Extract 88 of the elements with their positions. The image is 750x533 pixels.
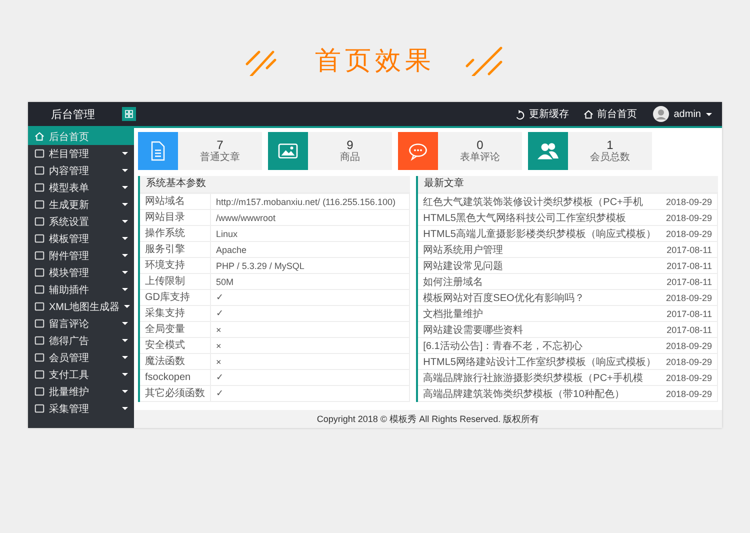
table-cell-text: × xyxy=(215,324,222,334)
table-cell: 其它必须函数 xyxy=(140,386,211,401)
article-link[interactable]: 网站建设需要哪些资料 xyxy=(418,322,662,336)
stat-label: 表单评论 xyxy=(460,152,500,164)
table-cell: 服务引擎 xyxy=(140,242,211,257)
sidebar-item[interactable]: 辅助插件 xyxy=(28,281,134,298)
stat-card[interactable]: 0 表单评论 xyxy=(398,132,522,170)
article-link[interactable]: [6.1活动公告]：青春不老，不忘初心 xyxy=(418,338,661,352)
table-cell: 网站域名 xyxy=(140,194,211,209)
article-link[interactable]: 红色大气建筑装饰装修设计类织梦模板（PC+手机 xyxy=(418,194,661,208)
sidebar-item[interactable]: 留言评论 xyxy=(28,315,134,332)
logo-text: 后台管理 xyxy=(50,108,96,122)
table-cell: 上传限制 xyxy=(140,274,211,289)
sidebar-item[interactable]: 模型表单 xyxy=(28,179,134,196)
article-link[interactable]: 如何注册域名 xyxy=(418,274,662,288)
stat-value: 0 xyxy=(476,138,484,152)
table-cell-text: × xyxy=(215,356,222,366)
stat-card[interactable]: 7 普通文章 xyxy=(138,132,262,170)
article-link[interactable]: 网站系统用户管理 xyxy=(418,242,662,256)
stat-value: 7 xyxy=(216,138,224,152)
article-date: 2017-08-11 xyxy=(666,308,713,318)
article-date: 2018-09-29 xyxy=(664,372,713,382)
panel-title: 最新文章 xyxy=(418,176,718,192)
header-link[interactable]: 更新缓存 xyxy=(514,107,569,121)
sidebar-item[interactable]: 系统设置 xyxy=(28,213,134,230)
sidebar-item[interactable]: XML地图生成器 xyxy=(28,298,134,315)
panel-title: 系统基本参数 xyxy=(140,176,410,192)
stat-label: 普通文章 xyxy=(200,152,240,164)
article-date: 2018-09-29 xyxy=(664,228,713,238)
article-date: 2018-09-29 xyxy=(664,196,713,206)
article-link[interactable]: HTML5网络建站设计工作室织梦模板（响应式模板） xyxy=(418,354,661,368)
article-date: 2018-09-29 xyxy=(664,212,713,222)
sidebar-item[interactable]: 栏目管理 xyxy=(28,145,134,162)
article-link[interactable]: 网站建设常见问题 xyxy=(418,258,662,272)
header-link[interactable]: 前台首页 xyxy=(582,107,637,121)
article-date: 2017-08-11 xyxy=(666,260,713,270)
table-cell: GD库支持 xyxy=(140,290,211,305)
table-cell: 安全模式 xyxy=(140,338,211,353)
article-date: 2017-08-11 xyxy=(666,276,713,286)
table-cell: 魔法函数 xyxy=(140,354,211,369)
article-link[interactable]: 文档批量维护 xyxy=(418,306,662,320)
table-cell-text: ✓ xyxy=(215,292,225,303)
footer-text: Copyright 2018 © 模板秀 All Rights Reserved. 版权所有 xyxy=(134,410,722,428)
article-date: 2017-08-11 xyxy=(666,324,713,334)
username-link[interactable]: admin xyxy=(674,108,701,120)
stat-card[interactable]: 1 会员总数 xyxy=(528,132,652,170)
table-cell: 环境支持 xyxy=(140,258,211,273)
sidebar-item[interactable]: 内容管理 xyxy=(28,162,134,179)
article-date: 2018-09-29 xyxy=(664,340,713,350)
article-link[interactable]: 高端品牌旅行社旅游摄影类织梦模板（PC+手机模 xyxy=(418,370,661,384)
article-link[interactable]: 高端品牌建筑装饰类织梦模板（带10种配色） xyxy=(418,386,661,400)
sidebar-item[interactable]: 会员管理 xyxy=(28,349,134,366)
table-cell: 网站目录 xyxy=(140,210,211,225)
stat-label: 商品 xyxy=(340,152,360,164)
stat-value: 1 xyxy=(606,138,614,152)
sidebar-item[interactable]: 采集管理 xyxy=(28,400,134,417)
table-cell: 全局变量 xyxy=(140,322,211,337)
table-cell-text: ✓ xyxy=(215,372,225,383)
sidebar-item[interactable]: 德得广告 xyxy=(28,332,134,349)
sidebar-item[interactable]: 生成更新 xyxy=(28,196,134,213)
table-cell-text: ✓ xyxy=(215,388,225,399)
table-cell-text: 50M xyxy=(215,276,235,286)
article-date: 2018-09-29 xyxy=(664,356,713,366)
table-cell: 采集支持 xyxy=(140,306,211,321)
table-cell: 操作系统 xyxy=(140,226,211,241)
table-cell-text: × xyxy=(215,340,222,350)
sidebar-item[interactable]: 支付工具 xyxy=(28,366,134,383)
sidebar-item[interactable]: 批量维护 xyxy=(28,383,134,400)
table-cell-text: ✓ xyxy=(215,308,225,319)
stat-card[interactable]: 9 商品 xyxy=(268,132,392,170)
article-link[interactable]: HTML5黑色大气网络科技公司工作室织梦模板 xyxy=(418,210,661,224)
table-cell-text: Apache xyxy=(215,244,248,254)
sidebar-item[interactable]: 模板管理 xyxy=(28,230,134,247)
article-date: 2018-09-29 xyxy=(664,388,713,398)
article-link[interactable]: HTML5高端儿童摄影影楼类织梦模板（响应式模板） xyxy=(418,226,661,240)
table-cell-text: /www/wwwroot xyxy=(215,212,277,222)
table-cell: fsockopen xyxy=(140,370,211,385)
sidebar-item[interactable]: 附件管理 xyxy=(28,247,134,264)
table-cell-text: PHP / 5.3.29 / MySQL xyxy=(215,260,306,270)
page-heading: 首页效果 xyxy=(315,44,435,76)
sidebar-item[interactable]: 模块管理 xyxy=(28,264,134,281)
table-cell-text: http://m157.mobanxiu.net/ (116.255.156.100) xyxy=(215,196,396,206)
stat-label: 会员总数 xyxy=(590,152,630,164)
article-date: 2018-09-29 xyxy=(664,292,713,302)
article-date: 2017-08-11 xyxy=(666,244,713,254)
article-link[interactable]: 模板网站对百度SEO优化有影响吗？ xyxy=(418,290,661,304)
table-cell-text: Linux xyxy=(215,228,239,238)
stat-value: 9 xyxy=(346,138,354,152)
